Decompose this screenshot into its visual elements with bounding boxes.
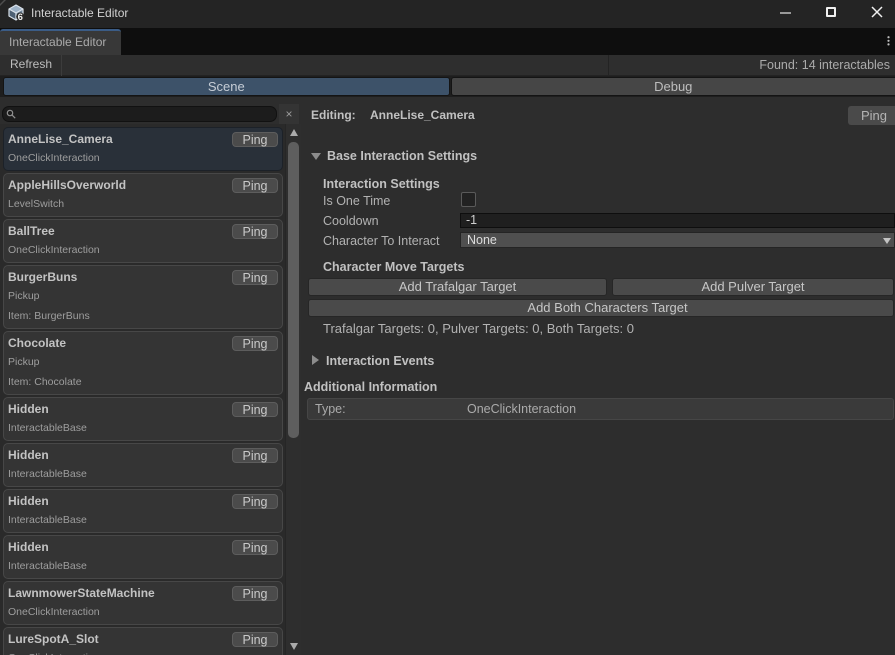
svg-text:6: 6: [18, 12, 23, 21]
